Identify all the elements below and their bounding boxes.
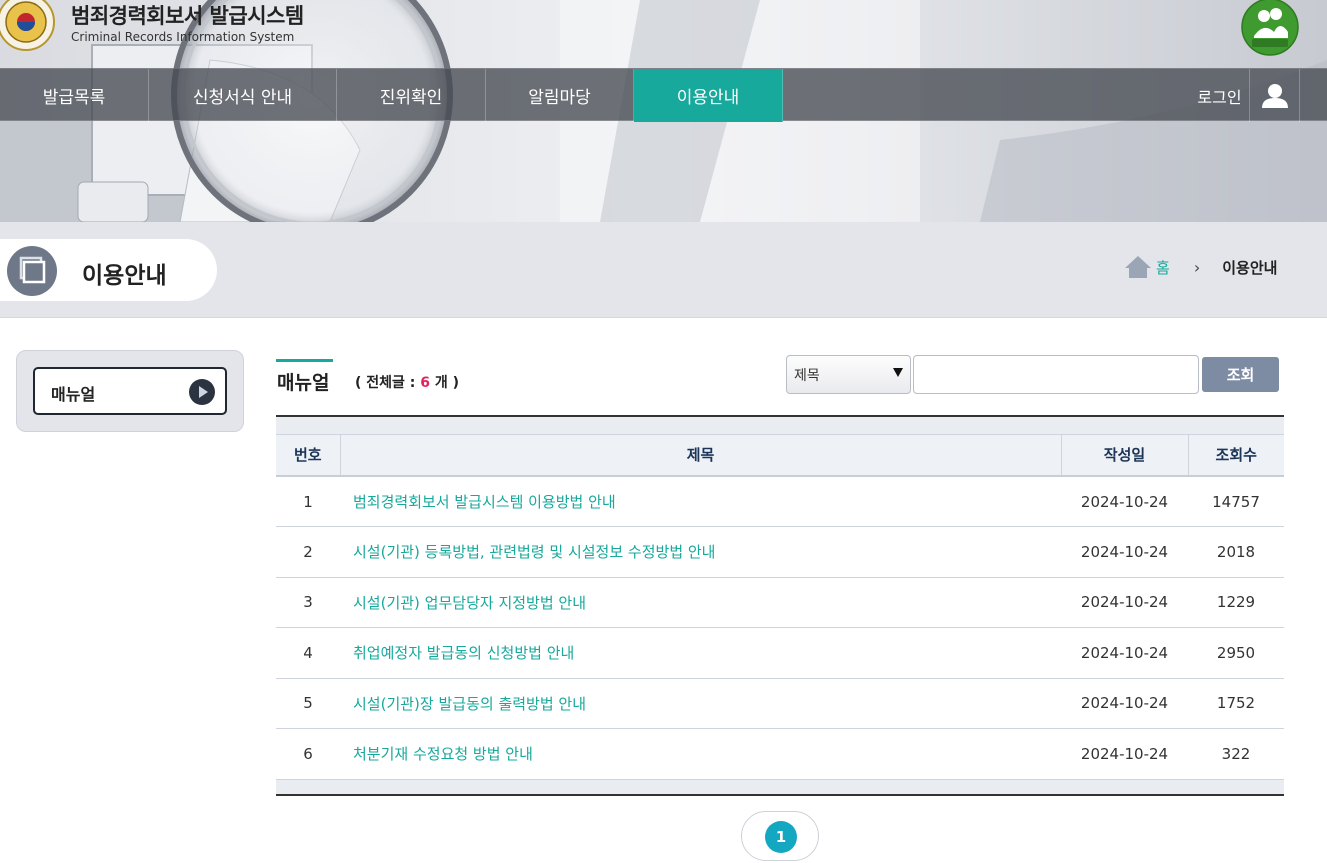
table-row: 6 처분기재 수정요청 방법 안내 2024-10-24 322	[276, 728, 1284, 780]
search-input[interactable]	[913, 355, 1199, 394]
row-subject-link[interactable]: 시설(기관) 등록방법, 관련법령 및 시설정보 수정방법 안내	[340, 526, 1061, 578]
search-field-value: 제목	[794, 368, 820, 384]
board-count-suffix: 개 )	[430, 375, 460, 391]
search-field-select[interactable]: 제목	[786, 355, 911, 394]
board-title: 매뉴얼	[277, 372, 330, 394]
table-row: 4 취업예정자 발급동의 신청방법 안내 2024-10-24 2950	[276, 627, 1284, 679]
pagination: 1	[741, 811, 819, 861]
login-button[interactable]	[1250, 69, 1300, 122]
row-subject-link[interactable]: 취업예정자 발급동의 신청방법 안내	[340, 627, 1061, 679]
row-subject-link[interactable]: 처분기재 수정요청 방법 안내	[340, 728, 1061, 780]
nav-item-authenticity[interactable]: 진위확인	[337, 69, 486, 122]
home-icon[interactable]	[1124, 255, 1152, 279]
row-views: 1229	[1188, 577, 1284, 628]
search-button[interactable]: 조회	[1202, 357, 1279, 392]
row-subject-link[interactable]: 범죄경력회보서 발급시스템 이용방법 안내	[340, 476, 1061, 527]
row-date: 2024-10-24	[1061, 476, 1188, 527]
row-date: 2024-10-24	[1061, 577, 1188, 628]
board-count-number: 6	[420, 375, 431, 391]
main-nav: 발급목록 신청서식 안내 진위확인 알림마당 이용안내 로그인	[0, 68, 1327, 122]
row-views: 2950	[1188, 627, 1284, 679]
col-header-views: 조회수	[1187, 433, 1284, 477]
row-date: 2024-10-24	[1061, 678, 1188, 729]
board-count: ( 전체글 : 6 개 )	[355, 372, 459, 392]
col-header-date: 작성일	[1060, 433, 1188, 477]
breadcrumb-home[interactable]: 홈	[1156, 257, 1170, 278]
site-title[interactable]: 범죄경력회보서 발급시스템	[71, 0, 304, 30]
row-number: 6	[276, 728, 340, 780]
user-icon	[1261, 83, 1288, 108]
breadcrumb-current: 이용안내	[1222, 258, 1278, 277]
board-title-underline	[276, 359, 333, 362]
sidebar-item-label: 매뉴얼	[51, 385, 96, 404]
row-number: 1	[276, 476, 340, 527]
nav-item-issue-list[interactable]: 발급목록	[0, 69, 149, 122]
login-link[interactable]: 로그인	[1190, 69, 1250, 122]
row-date: 2024-10-24	[1061, 627, 1188, 679]
police-emblem-icon	[0, 0, 55, 51]
table-row: 3 시설(기관) 업무담당자 지정방법 안내 2024-10-24 1229	[276, 577, 1284, 628]
row-number: 3	[276, 577, 340, 628]
window-icon	[7, 246, 57, 296]
nav-item-notice[interactable]: 알림마당	[486, 69, 634, 122]
page-title: 이용안내	[82, 263, 167, 289]
row-views: 14757	[1188, 476, 1284, 527]
row-number: 2	[276, 526, 340, 578]
row-views: 1752	[1188, 678, 1284, 729]
eprivacy-badge-icon[interactable]	[1240, 0, 1300, 56]
row-number: 5	[276, 678, 340, 729]
row-views: 322	[1188, 728, 1284, 780]
col-header-number: 번호	[276, 433, 340, 477]
row-number: 4	[276, 627, 340, 679]
arrow-right-circle-icon	[189, 379, 215, 405]
board-count-prefix: ( 전체글 :	[355, 375, 421, 391]
row-date: 2024-10-24	[1061, 728, 1188, 780]
board-table: 번호 제목 작성일 조회수 1 범죄경력회보서 발급시스템 이용방법 안내 20…	[276, 415, 1284, 796]
table-row: 5 시설(기관)장 발급동의 출력방법 안내 2024-10-24 1752	[276, 678, 1284, 729]
row-subject-link[interactable]: 시설(기관)장 발급동의 출력방법 안내	[340, 678, 1061, 729]
nav-item-form-guide[interactable]: 신청서식 안내	[149, 69, 337, 122]
col-header-subject: 제목	[339, 433, 1061, 477]
page-number-current[interactable]: 1	[765, 821, 797, 853]
sidebar-item-manual[interactable]: 매뉴얼	[33, 367, 227, 415]
row-views: 2018	[1188, 526, 1284, 578]
row-date: 2024-10-24	[1061, 526, 1188, 578]
table-row: 1 범죄경력회보서 발급시스템 이용방법 안내 2024-10-24 14757	[276, 476, 1284, 527]
breadcrumb: 홈 › 이용안내	[1124, 255, 1277, 279]
row-subject-link[interactable]: 시설(기관) 업무담당자 지정방법 안내	[340, 577, 1061, 628]
site-subtitle: Criminal Records Information System	[71, 30, 295, 44]
sidebar: 매뉴얼	[16, 350, 244, 432]
nav-item-usage-guide[interactable]: 이용안내	[634, 69, 783, 122]
chevron-down-icon	[893, 368, 903, 377]
chevron-right-icon: ›	[1193, 257, 1201, 277]
table-row: 2 시설(기관) 등록방법, 관련법령 및 시설정보 수정방법 안내 2024-…	[276, 526, 1284, 578]
